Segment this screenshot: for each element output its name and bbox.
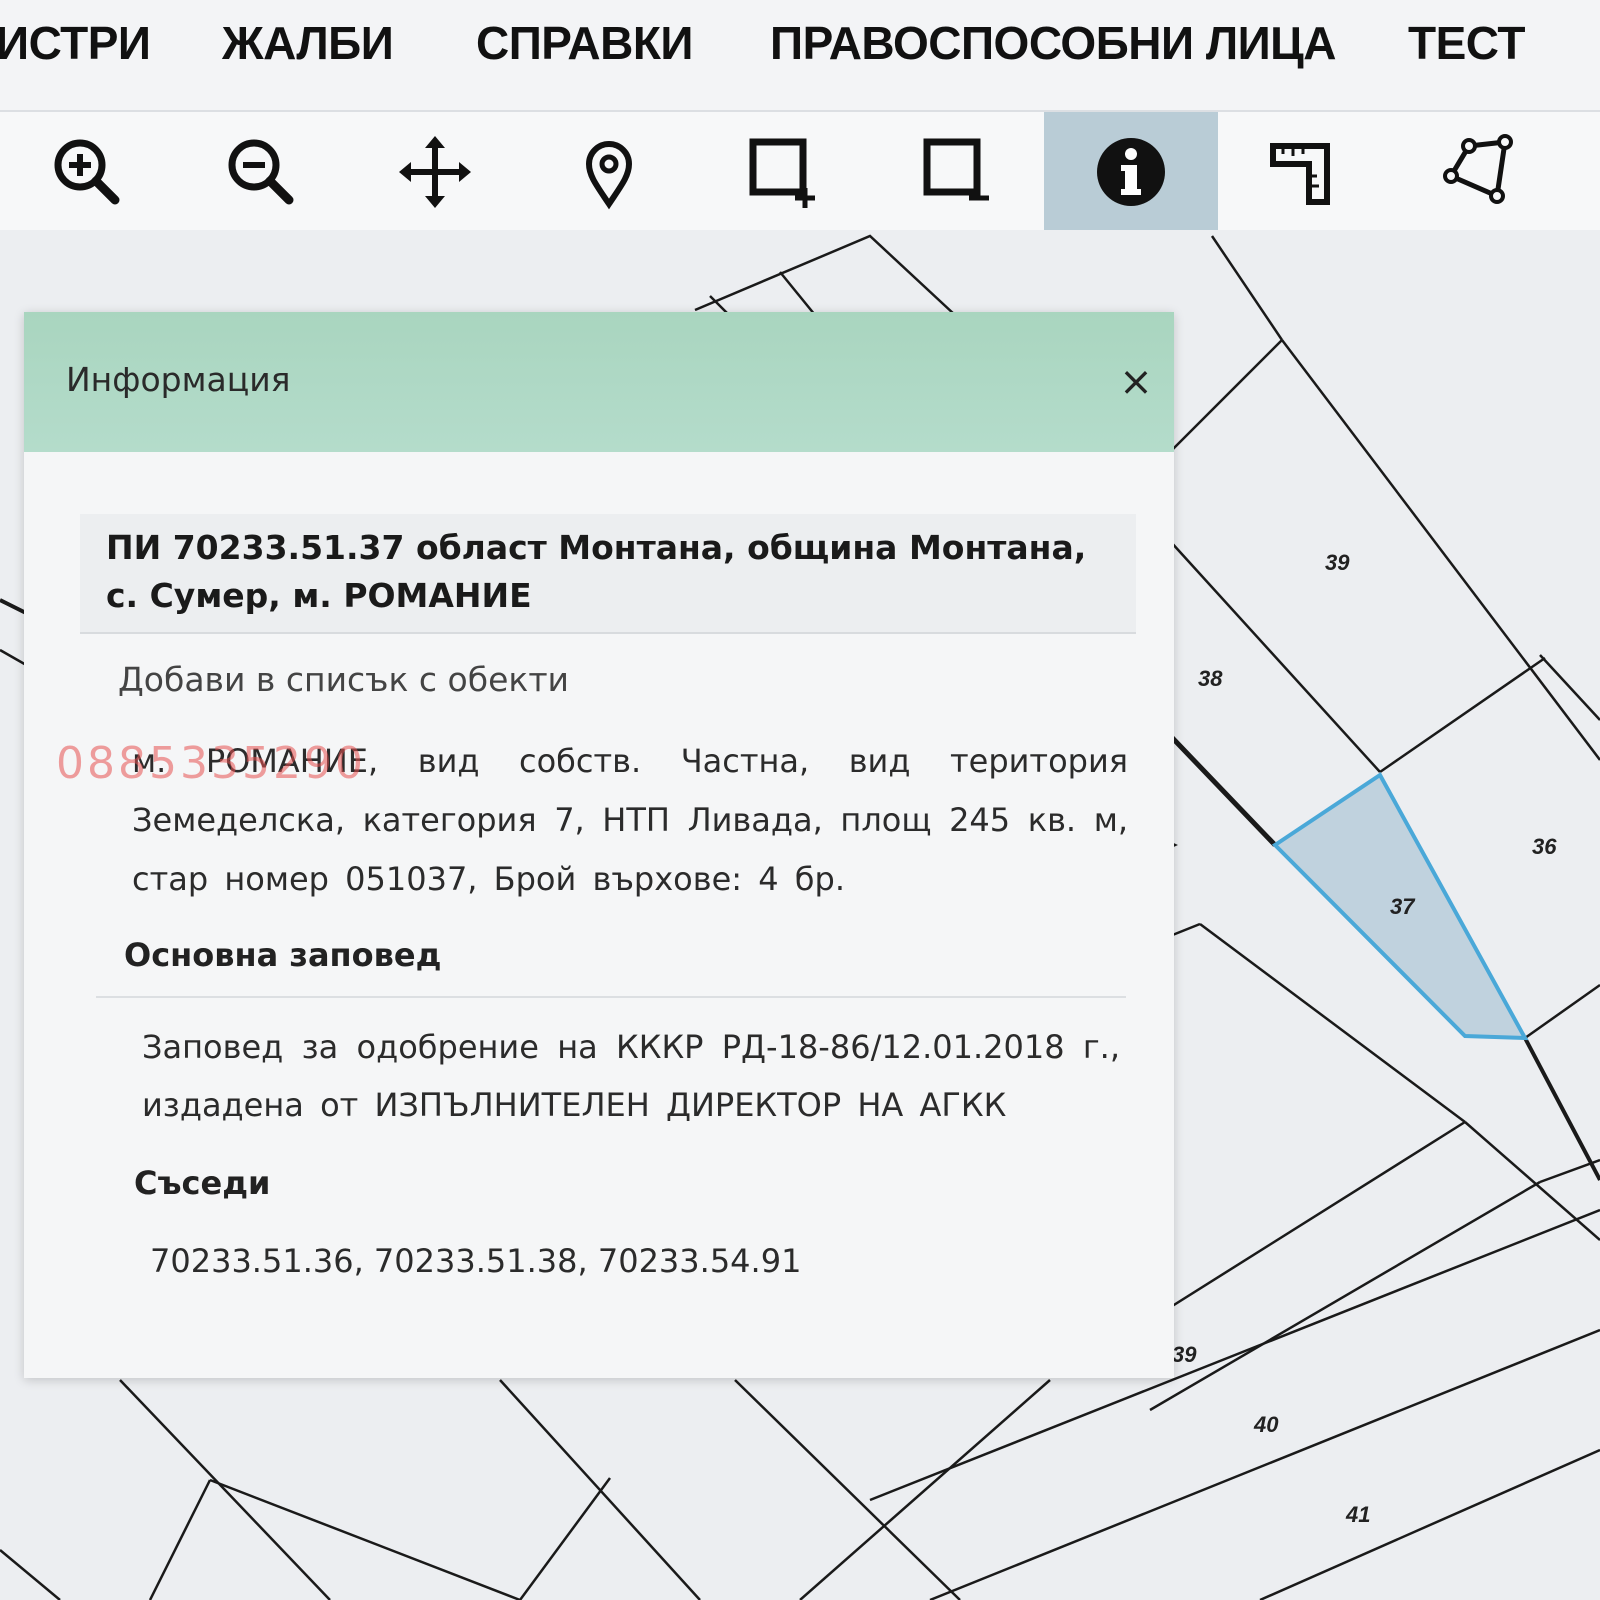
top-navigation: ИСТРИ ЖАЛБИ СПРАВКИ ПРАВОСПОСОБНИ ЛИЦА Т… <box>0 0 1600 110</box>
map-toolbar <box>0 110 1600 232</box>
zoom-out-button[interactable] <box>174 112 348 232</box>
pan-icon <box>399 136 471 208</box>
info-button[interactable] <box>1044 112 1218 232</box>
nav-item-references[interactable]: СПРАВКИ <box>476 16 694 70</box>
parcel-label: 37 <box>1390 894 1416 919</box>
parcel-heading-box: ПИ 70233.51.37 област Монтана, община Мо… <box>80 514 1136 634</box>
select-area-remove-icon <box>923 138 989 201</box>
add-to-list-link[interactable]: Добави в списък с обекти <box>118 660 569 699</box>
pan-button[interactable] <box>348 112 522 232</box>
parcel-label: 36 <box>1532 834 1557 859</box>
zoom-in-icon <box>54 139 120 205</box>
parcel-heading: ПИ 70233.51.37 област Монтана, община Мо… <box>106 524 1116 620</box>
dialog-header: Информация × <box>24 312 1174 452</box>
parcel-details: м. РОМАНИЕ, вид собств. Частна, вид тери… <box>132 742 1128 898</box>
select-area-add-button[interactable] <box>696 112 870 232</box>
parcel-label: 39 <box>1325 550 1350 575</box>
parcel-heading-line: ПИ 70233.51.37 област Монтана, община Мо… <box>106 528 1087 567</box>
parcel-label: 40 <box>1253 1412 1279 1437</box>
parcel-heading-line: с. Сумер, м. РОМАНИЕ <box>106 576 532 615</box>
nav-item-registers[interactable]: ИСТРИ <box>0 16 151 70</box>
measure-distance-icon <box>1270 143 1330 205</box>
nav-item-test[interactable]: ТЕСТ <box>1408 16 1525 70</box>
parcel-label: 41 <box>1345 1502 1370 1527</box>
location-pin-icon <box>585 141 633 210</box>
select-area-remove-button[interactable] <box>870 112 1044 232</box>
divider <box>96 996 1126 998</box>
neighbors-list: 70233.51.36, 70233.51.38, 70233.54.91 <box>150 1242 802 1280</box>
info-icon <box>1097 138 1165 206</box>
info-dialog: Информация × ПИ 70233.51.37 област Монта… <box>24 312 1174 1378</box>
order-heading: Основна заповед <box>124 936 442 974</box>
location-pin-button[interactable] <box>522 112 696 232</box>
measure-distance-button[interactable] <box>1218 112 1392 232</box>
parcel-label: 38 <box>1198 666 1223 691</box>
order-text: Заповед за одобрение на КККР РД-18-86/12… <box>142 1028 1120 1124</box>
neighbors-heading: Съседи <box>134 1164 271 1202</box>
select-area-add-icon <box>749 138 815 208</box>
polygon-icon <box>1443 134 1513 204</box>
nav-item-complaints[interactable]: ЖАЛБИ <box>222 16 394 70</box>
zoom-in-button[interactable] <box>0 112 174 232</box>
dialog-title: Информация <box>66 360 291 399</box>
polygon-button[interactable] <box>1392 112 1566 232</box>
nav-item-licensed-persons[interactable]: ПРАВОСПОСОБНИ ЛИЦА <box>770 16 1336 70</box>
close-button[interactable]: × <box>1114 362 1158 406</box>
zoom-out-icon <box>228 139 294 205</box>
parcel-label: 39 <box>1172 1342 1197 1367</box>
